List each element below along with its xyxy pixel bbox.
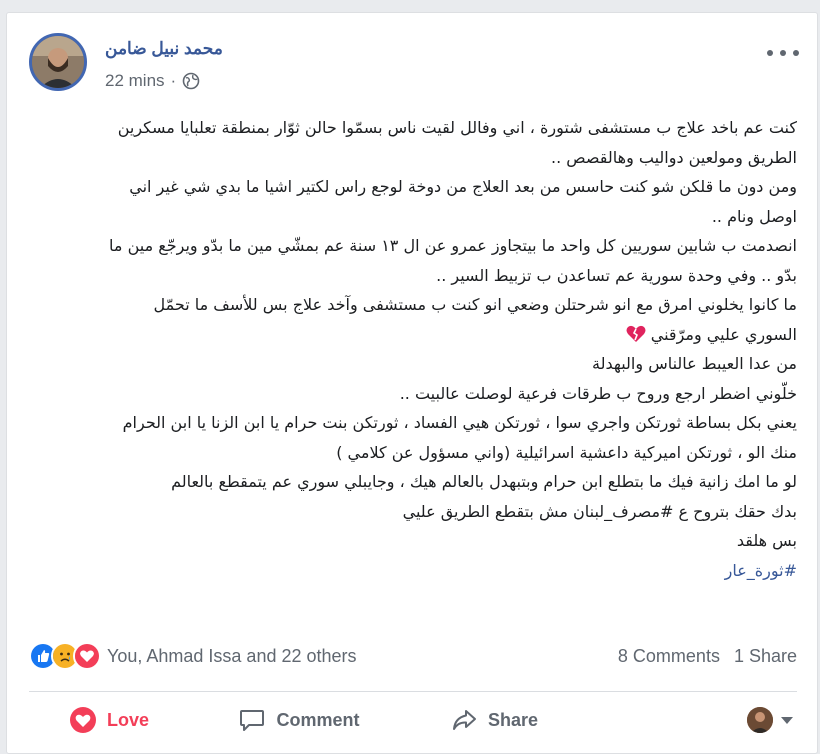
hashtag-link[interactable]: #ثورة_عار bbox=[35, 556, 797, 586]
share-icon bbox=[452, 710, 476, 730]
post-line: ومن دون ما قلكن شو كنت حاسس من بعد العلا… bbox=[129, 177, 797, 196]
action-bar: Love Comment Share bbox=[29, 697, 797, 743]
post-line: انصدمت ب شابين سوريين كل واحد ما بيتجاوز… bbox=[109, 236, 797, 255]
post-line-text: السوري عليي ومرّقني bbox=[650, 324, 797, 344]
post-header: محمد نبيل ضامن 22 mins · bbox=[27, 33, 801, 97]
post-card: محمد نبيل ضامن 22 mins · كنت عم باخد علا… bbox=[6, 12, 818, 754]
love-icon bbox=[73, 642, 101, 670]
comment-icon bbox=[240, 710, 265, 731]
author-avatar[interactable] bbox=[29, 33, 87, 91]
more-options-button[interactable] bbox=[767, 43, 799, 63]
post-line: اوصل ونام .. bbox=[711, 206, 797, 226]
post-line: من عدا العيبط عالناس والبهدلة bbox=[592, 354, 797, 373]
post-line: الطريق ومولعين دواليب وهالقصص .. bbox=[551, 147, 797, 167]
post-meta: 22 mins · bbox=[105, 71, 200, 91]
post-time[interactable]: 22 mins bbox=[105, 71, 165, 91]
reaction-names[interactable]: You, Ahmad Issa and 22 others bbox=[107, 646, 357, 667]
post-line: يعني بكل بساطة ثورتكن واجري سوا ، ثورتكن… bbox=[122, 413, 797, 432]
dot bbox=[793, 50, 799, 56]
broken-heart-icon bbox=[626, 325, 646, 342]
dot bbox=[767, 50, 773, 56]
post-line: بس هلقد bbox=[736, 531, 797, 550]
post-line: بدك حقك بتروح ع #مصرف_لبنان مش بتقطع الط… bbox=[402, 501, 797, 521]
post-line: منك الو ، ثورتكن اميركية داعشية اسرائيلي… bbox=[336, 442, 797, 462]
shares-count[interactable]: 1 Share bbox=[734, 646, 797, 667]
share-label: Share bbox=[487, 709, 539, 730]
reaction-icons bbox=[29, 642, 101, 670]
post-line-with-emoji: السوري عليي ومرّقني bbox=[35, 320, 797, 350]
meta-separator: · bbox=[170, 71, 177, 90]
love-label: Love bbox=[106, 709, 149, 730]
love-icon bbox=[69, 707, 96, 733]
reaction-as-selector[interactable] bbox=[747, 707, 793, 733]
post-line: بدّو .. وفي وحدة سورية عم تساعدن ب تزبيط… bbox=[436, 265, 797, 285]
viewer-avatar bbox=[747, 707, 773, 733]
divider bbox=[29, 691, 797, 692]
engagement-counts: 8 Comments 1 Share bbox=[618, 646, 797, 667]
comments-count[interactable]: 8 Comments bbox=[618, 646, 720, 667]
author-name[interactable]: محمد نبيل ضامن bbox=[105, 39, 223, 59]
chevron-down-icon bbox=[781, 716, 793, 724]
reactions-summary: You, Ahmad Issa and 22 others 8 Comments… bbox=[29, 639, 797, 673]
reactions-left[interactable]: You, Ahmad Issa and 22 others bbox=[29, 642, 357, 670]
post-line: لو ما امك زانية فيك ما بتطلع ابن حرام وب… bbox=[171, 472, 797, 491]
post-body: كنت عم باخد علاج ب مستشفى شتورة ، اني وف… bbox=[35, 113, 797, 585]
post-line: كنت عم باخد علاج ب مستشفى شتورة ، اني وف… bbox=[117, 118, 797, 137]
share-button[interactable]: Share bbox=[409, 706, 579, 734]
comment-button[interactable]: Comment bbox=[189, 706, 409, 734]
globe-icon[interactable] bbox=[182, 72, 200, 90]
comment-label: Comment bbox=[276, 709, 360, 730]
post-line: خلّوني اضطر ارجع وروح ب طرقات فرعية لوصل… bbox=[399, 383, 797, 403]
post-line: ما كانوا يخلوني امرق مع انو شرحتلن وضعي … bbox=[153, 295, 797, 314]
avatar-photo bbox=[32, 36, 84, 88]
dot bbox=[780, 50, 786, 56]
love-button[interactable]: Love bbox=[29, 706, 189, 734]
